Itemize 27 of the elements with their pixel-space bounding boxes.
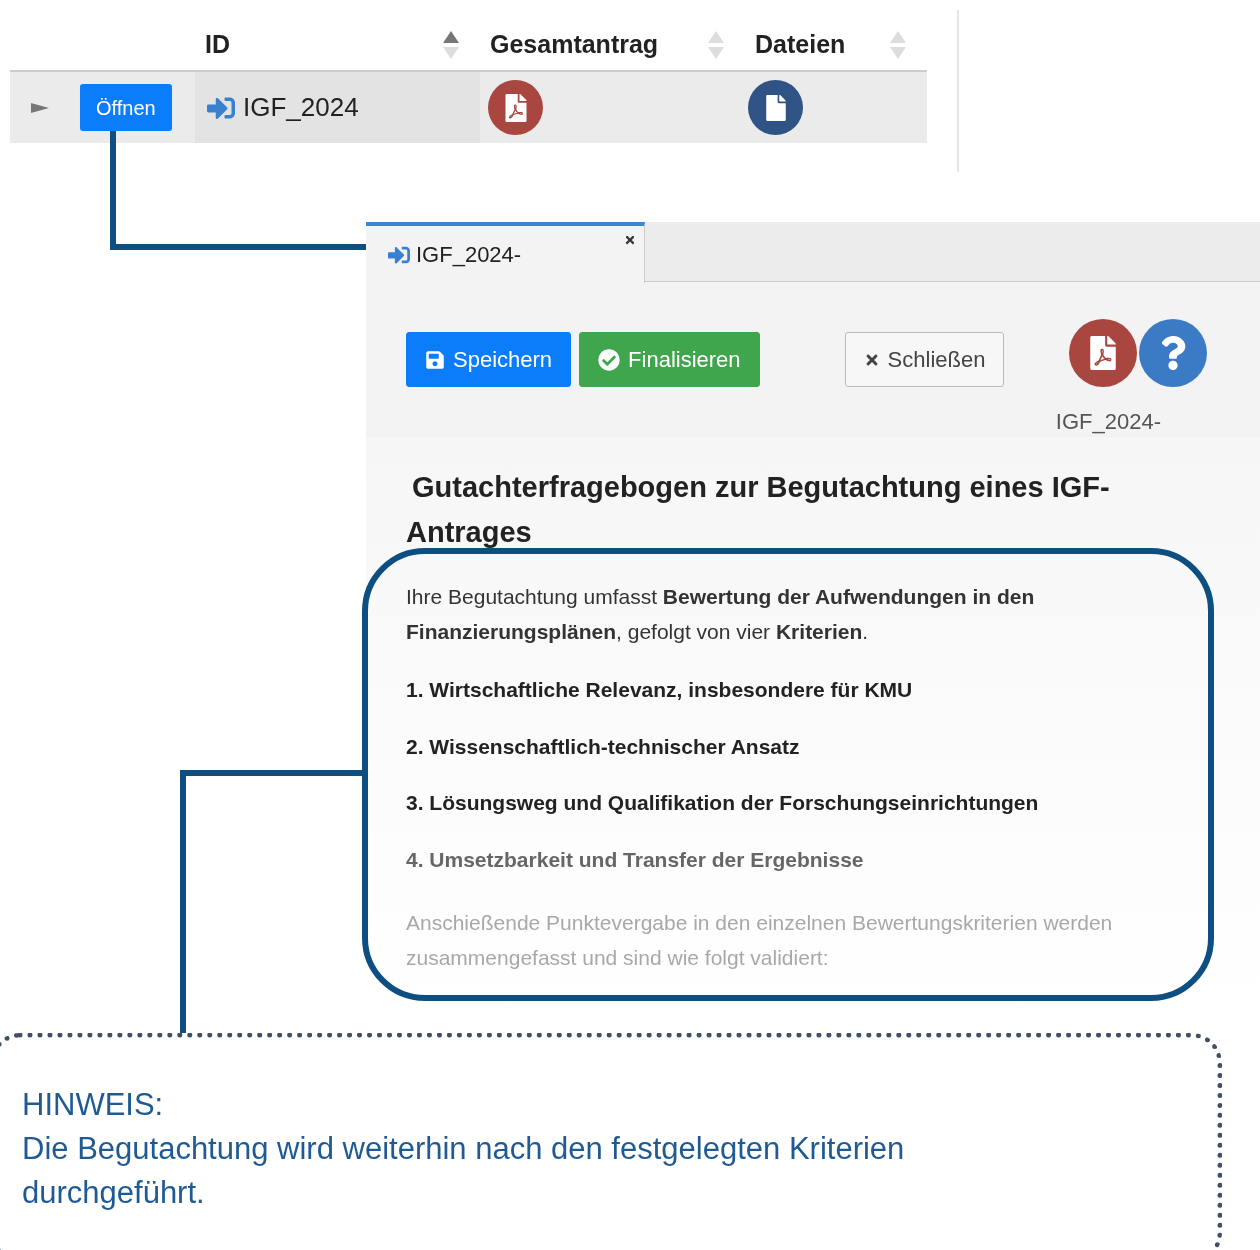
column-header[interactable]: Dateien — [755, 26, 846, 64]
close-icon[interactable] — [624, 234, 636, 246]
note-title: HINWEIS: — [22, 1086, 165, 1124]
note-text: Die Begutachtung wird weiterhin nach den festgelegten Kriterien durchgeführt. — [22, 1130, 906, 1212]
form-heading: Gutachterfragebogen zur Begutachtung eines IGF-Antrages — [406, 470, 1111, 550]
reference-label: IGF_2024- — [1055, 408, 1161, 436]
sort-icon[interactable] — [442, 30, 460, 60]
close-button[interactable]: Schließen — [844, 332, 1005, 387]
pdf-button[interactable] — [488, 80, 543, 135]
criterion-text: 4. Umsetzbarkeit und Transfer der Ergebnisse — [406, 846, 865, 873]
save-button[interactable]: Speichern — [406, 332, 572, 387]
criterion-text: 3. Lösungsweg und Qualifikation der Forschungseinrichtungen — [406, 790, 1040, 816]
tab[interactable]: IGF_2024- — [366, 222, 645, 283]
criterion-text: 1. Wirtschaftliche Relevanz, insbesondere für KMU — [406, 677, 914, 703]
open-button[interactable]: Öffnen — [80, 84, 172, 131]
files-button[interactable] — [748, 80, 803, 135]
intro-paragraph: Ihre Begutachtung umfasst Bewertung der Aufwendungen in den Finanzierungsplänen, gefolgt von vier Kriterien. — [406, 584, 1036, 645]
help-icon — [1160, 336, 1187, 370]
column-header[interactable]: ID — [205, 26, 230, 64]
save-icon — [425, 349, 445, 370]
pdf-file-icon — [1089, 336, 1118, 370]
pdf-file-icon — [503, 93, 528, 122]
closing-paragraph: Anschießende Punktevergabe in den einzelnen Bewertungskriterien werden zusammengefasst und sind wie folgt validiert: — [406, 910, 1114, 971]
criterion-text: 2. Wissenschaftlich-technischer Ansatz — [406, 733, 801, 760]
file-icon — [764, 94, 787, 121]
table-cell-text: IGF_2024 — [243, 91, 359, 124]
column-header[interactable]: Gesamtantrag — [490, 26, 659, 64]
